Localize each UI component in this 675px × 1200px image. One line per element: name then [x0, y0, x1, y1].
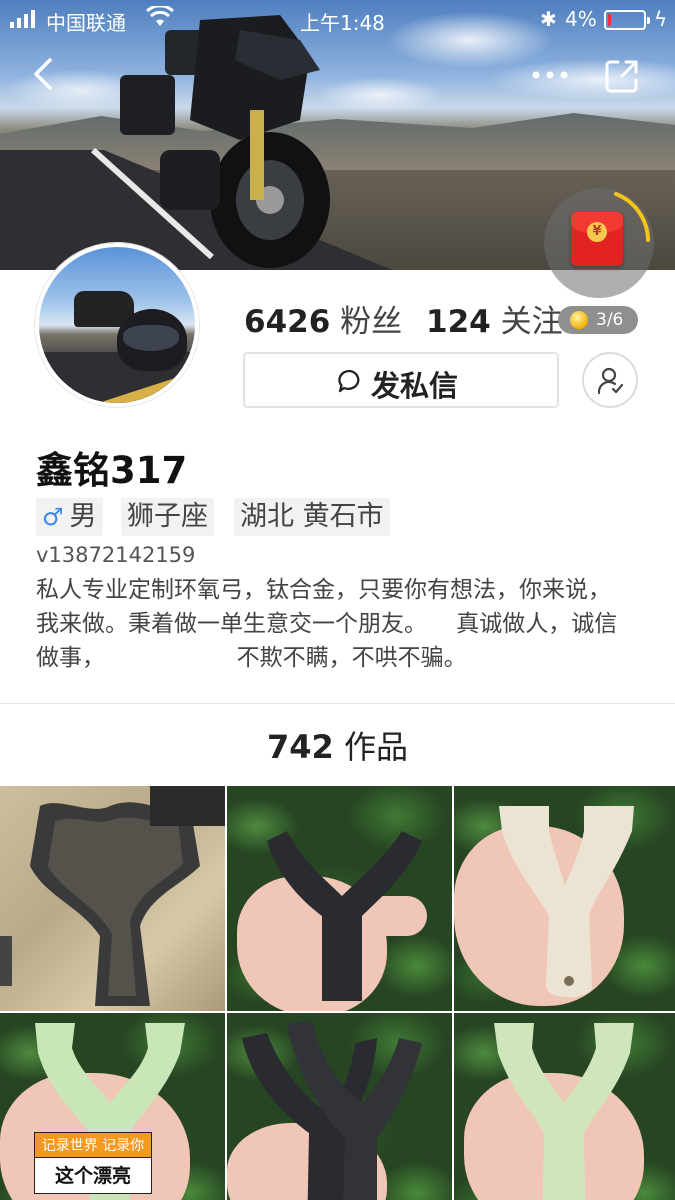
status-time: 上午1:48: [300, 11, 385, 35]
section-divider: [0, 703, 675, 704]
motorcycle-image: [120, 15, 330, 268]
works-header[interactable]: 742 作品: [0, 722, 675, 768]
fans-count: 6426: [244, 304, 331, 340]
bio-line: 做事， 不欺不瞒，不哄不骗。: [36, 645, 467, 671]
follow-user-icon: [598, 367, 624, 395]
coin-icon: [570, 311, 588, 329]
user-name: 鑫铭317: [36, 449, 188, 492]
battery-percent: 4%: [565, 7, 597, 31]
share-icon[interactable]: [602, 56, 642, 96]
work-thumbnail[interactable]: [0, 786, 225, 1011]
male-icon: ♂: [42, 503, 64, 531]
bio-line: 私人专业定制环氧弓，钛合金，只要你有想法，你来说，: [36, 577, 611, 603]
back-icon[interactable]: [24, 54, 64, 94]
status-bar: 中国联通 上午1:48 ✱ 4% ϟ: [0, 0, 675, 40]
location-tag: 湖北 黄石市: [234, 498, 390, 536]
works-label: 作品: [343, 728, 408, 766]
more-icon[interactable]: [528, 60, 572, 90]
charging-icon: ϟ: [654, 7, 668, 31]
send-message-label: 发私信: [371, 369, 459, 403]
work-thumbnail[interactable]: [454, 786, 675, 1011]
signal-icon: [10, 10, 35, 28]
caption-badge: 记录世界 记录你 这个漂亮: [34, 1132, 152, 1194]
battery-icon: [604, 10, 650, 30]
follow-button[interactable]: [582, 352, 638, 408]
caption-badge-top: 记录世界 记录你: [34, 1132, 152, 1158]
red-packet-icon: ¥: [571, 212, 623, 266]
bio-line: 我来做。秉着做一单生意交一个朋友。 真诚做人，诚信: [36, 611, 618, 637]
gender-tag: ♂ 男: [36, 498, 103, 536]
bio: 私人专业定制环氧弓，钛合金，只要你有想法，你来说， 我来做。秉着做一单生意交一个…: [36, 573, 646, 675]
gender-label: 男: [69, 501, 97, 532]
work-thumbnail[interactable]: [227, 1013, 452, 1200]
works-count: 742: [267, 728, 334, 766]
work-thumbnail[interactable]: [227, 786, 452, 1011]
carrier-name: 中国联通: [46, 11, 126, 35]
red-packet-widget[interactable]: ¥: [544, 188, 654, 298]
wifi-icon: [146, 6, 174, 26]
avatar[interactable]: [35, 243, 199, 407]
following-stat[interactable]: 124 关注: [426, 296, 563, 341]
work-thumbnail[interactable]: [454, 1013, 675, 1200]
caption-badge-bottom: 这个漂亮: [34, 1158, 152, 1194]
bluetooth-icon: ✱: [540, 7, 557, 31]
zodiac-tag: 狮子座: [121, 498, 214, 536]
fans-label: 粉丝: [340, 304, 403, 340]
user-id: v13872142159: [36, 543, 196, 567]
send-message-button[interactable]: 发私信: [243, 352, 559, 408]
fans-stat[interactable]: 6426 粉丝: [244, 296, 402, 341]
following-count: 124: [426, 304, 491, 340]
coin-progress-badge[interactable]: 3/6: [558, 306, 638, 334]
chat-bubble-icon: [338, 369, 360, 393]
following-label: 关注: [500, 304, 563, 340]
coin-progress: 3/6: [596, 310, 624, 330]
